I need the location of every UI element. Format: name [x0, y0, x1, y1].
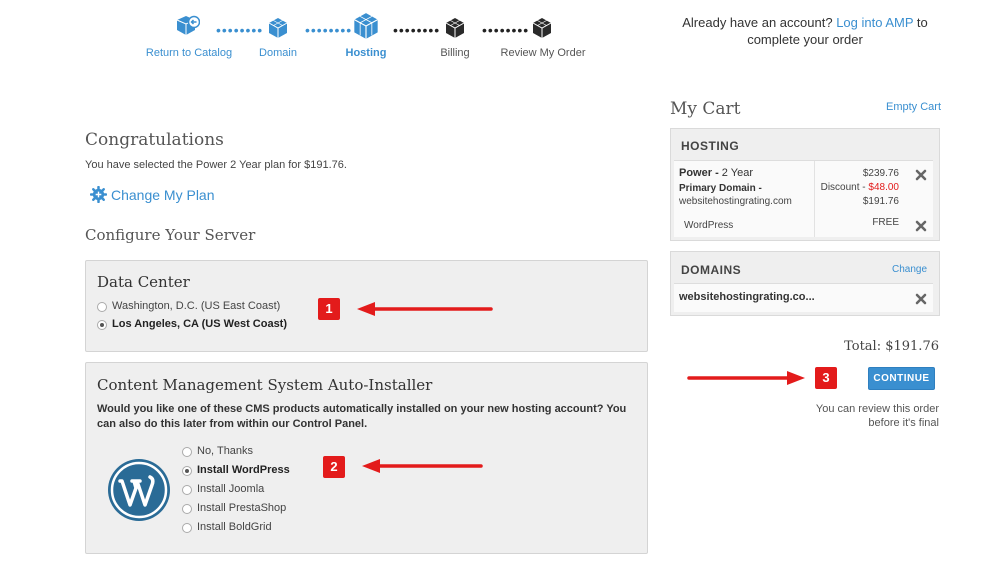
hosting-plan: Power - 2 Year [679, 167, 753, 179]
domain-cube-icon[interactable] [266, 16, 290, 40]
review-note-line-2: before it's final [868, 417, 939, 429]
cart-domain-row: websitehostingrating.co... [674, 283, 933, 312]
addon-price: FREE [872, 217, 899, 228]
option-label-los-angeles[interactable]: Los Angeles, CA (US West Coast) [112, 318, 287, 330]
option-label-install-wordpress[interactable]: Install WordPress [197, 464, 290, 476]
stepper-connector: •••••••• [216, 22, 264, 38]
radio-install-wordpress[interactable] [182, 466, 192, 476]
stepper-connector: •••••••• [393, 22, 441, 38]
cart-hosting-box: HOSTING Power - 2 Year Primary Domain - … [670, 128, 940, 241]
annotation-badge-3: 3 [815, 367, 837, 389]
change-domain-link[interactable]: Change [892, 264, 927, 275]
annotation-arrow-left-icon [362, 459, 483, 473]
step-label-billing: Billing [440, 47, 470, 59]
data-center-title: Data Center [97, 273, 190, 291]
cart-column-divider [814, 161, 815, 237]
step-label-catalog[interactable]: Return to Catalog [142, 47, 236, 59]
gear-icon [90, 186, 107, 203]
change-plan-label: Change My Plan [111, 186, 215, 203]
annotation-arrow-right-icon [687, 371, 805, 385]
option-label-install-boldgrid[interactable]: Install BoldGrid [197, 521, 272, 533]
step-label-review: Review My Order [500, 47, 586, 59]
annotation-arrow-left-icon [357, 302, 493, 316]
radio-install-boldgrid[interactable] [182, 523, 192, 533]
stepper-connector: •••••••• [482, 22, 530, 38]
primary-domain-value: websitehostingrating.com [679, 196, 792, 207]
catalog-return-icon[interactable] [176, 14, 200, 38]
radio-no-thanks[interactable] [182, 447, 192, 457]
billing-cube-icon [445, 18, 465, 38]
step-label-domain[interactable]: Domain [243, 47, 313, 59]
review-order-note: You can review this order before it's fi… [790, 402, 939, 430]
remove-hosting-icon[interactable] [915, 169, 927, 181]
primary-domain-label: Primary Domain - [679, 183, 762, 194]
stepper-connector: •••••••• [305, 22, 353, 38]
remove-addon-icon[interactable] [915, 220, 927, 232]
option-label-install-prestashop[interactable]: Install PrestaShop [197, 502, 286, 514]
cart-domain-name: websitehostingrating.co... [679, 291, 815, 303]
hosting-subtotal: $191.76 [862, 196, 899, 207]
option-label-washington[interactable]: Washington, D.C. (US East Coast) [112, 300, 280, 312]
cart-domains-header: DOMAINS [681, 263, 742, 277]
remove-domain-icon[interactable] [915, 293, 927, 305]
radio-install-joomla[interactable] [182, 485, 192, 495]
option-label-no-thanks[interactable]: No, Thanks [197, 445, 253, 457]
account-note-prefix: Already have an account? [682, 15, 833, 30]
cms-description: Would you like one of these CMS products… [97, 403, 627, 430]
addon-name: WordPress [684, 220, 734, 231]
hosting-plan-term: 2 Year [721, 167, 753, 179]
step-label-hosting: Hosting [345, 47, 387, 59]
review-cube-icon [532, 18, 552, 38]
hosting-discount: Discount - $48.00 [809, 182, 899, 193]
radio-los-angeles[interactable] [97, 320, 107, 330]
hosting-price: $239.76 [862, 168, 899, 179]
empty-cart-link[interactable]: Empty Cart [886, 101, 941, 113]
review-note-line-1: You can review this order [815, 403, 939, 415]
continue-button[interactable]: CONTINUE [868, 367, 935, 390]
radio-install-prestashop[interactable] [182, 504, 192, 514]
selected-plan-text: You have selected the Power 2 Year plan … [85, 159, 347, 171]
configure-server-title: Configure Your Server [85, 226, 256, 244]
hosting-cube-icon [354, 13, 378, 39]
annotation-badge-1: 1 [318, 298, 340, 320]
discount-value: $48.00 [868, 182, 899, 193]
radio-washington[interactable] [97, 302, 107, 312]
discount-label: Discount - [820, 182, 866, 193]
cart-hosting-header: HOSTING [681, 139, 740, 153]
cart-domains-box: DOMAINS Change websitehostingrating.co..… [670, 251, 940, 316]
account-login-note: Already have an account? Log into AMP to… [670, 14, 940, 48]
cart-hosting-details: Power - 2 Year Primary Domain - websiteh… [674, 160, 933, 237]
cart-title: My Cart [670, 99, 741, 119]
cart-total: Total: $191.76 [844, 339, 939, 354]
annotation-badge-2: 2 [323, 456, 345, 478]
option-label-install-joomla[interactable]: Install Joomla [197, 483, 264, 495]
cms-title: Content Management System Auto-Installer [97, 376, 433, 394]
wordpress-logo-icon [108, 459, 170, 521]
login-amp-link[interactable]: Log into AMP [836, 15, 913, 30]
hosting-plan-name: Power - [679, 167, 719, 179]
change-plan-link[interactable]: Change My Plan [90, 186, 215, 203]
congrats-title: Congratulations [85, 130, 224, 150]
